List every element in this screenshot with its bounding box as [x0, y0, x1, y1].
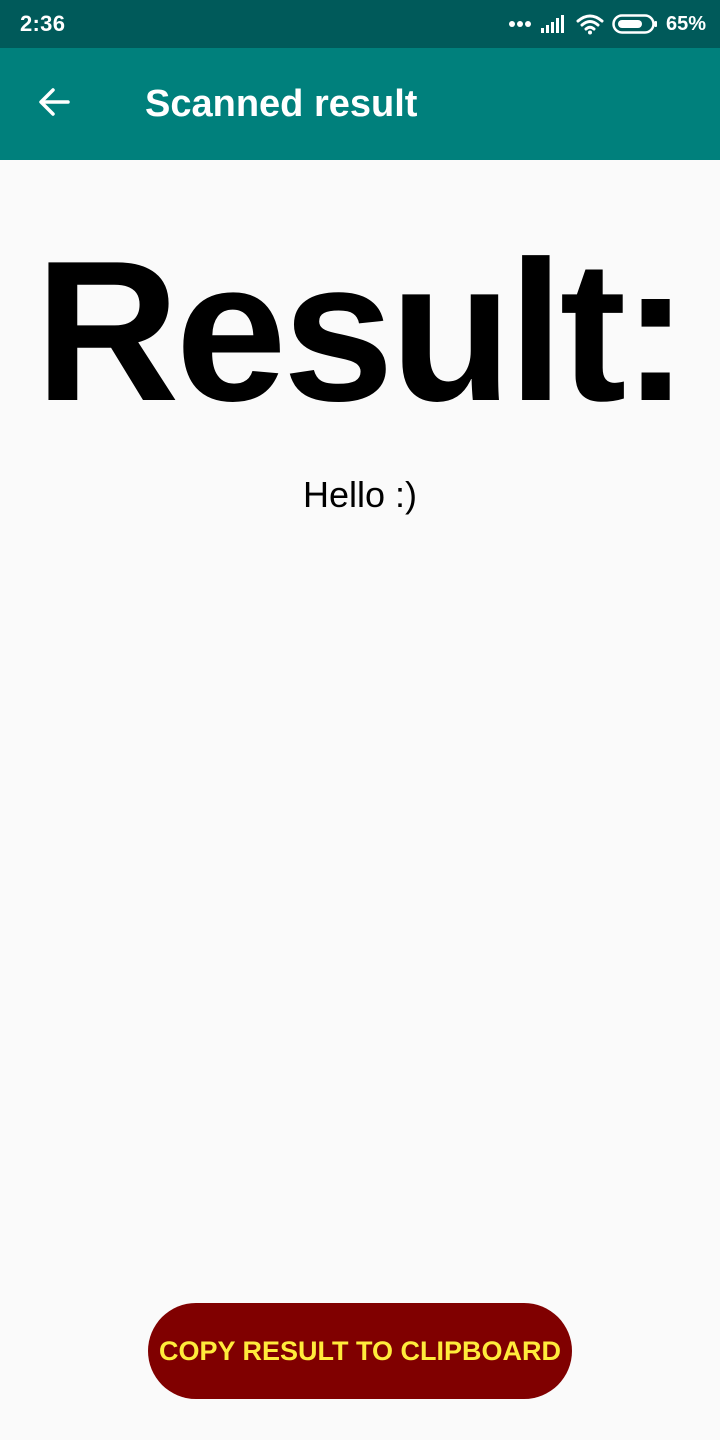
status-bar: 2:36 65%	[0, 0, 720, 48]
battery-icon	[612, 13, 658, 35]
scanned-result-text: Hello :)	[302, 474, 418, 515]
back-button[interactable]	[22, 72, 86, 136]
page-title: Scanned result	[145, 83, 418, 125]
signal-icon	[540, 14, 568, 34]
app-bar: Scanned result	[0, 48, 720, 160]
arrow-back-icon	[36, 84, 72, 125]
dots-icon	[508, 20, 532, 28]
status-icons: 65%	[508, 10, 706, 38]
status-time: 2:36	[20, 11, 66, 36]
battery-percent: 65%	[665, 12, 706, 35]
result-heading: Result:	[35, 220, 689, 443]
copy-to-clipboard-button[interactable]: COPY RESULT TO CLIPBOARD	[148, 1303, 572, 1399]
wifi-icon	[576, 13, 604, 35]
